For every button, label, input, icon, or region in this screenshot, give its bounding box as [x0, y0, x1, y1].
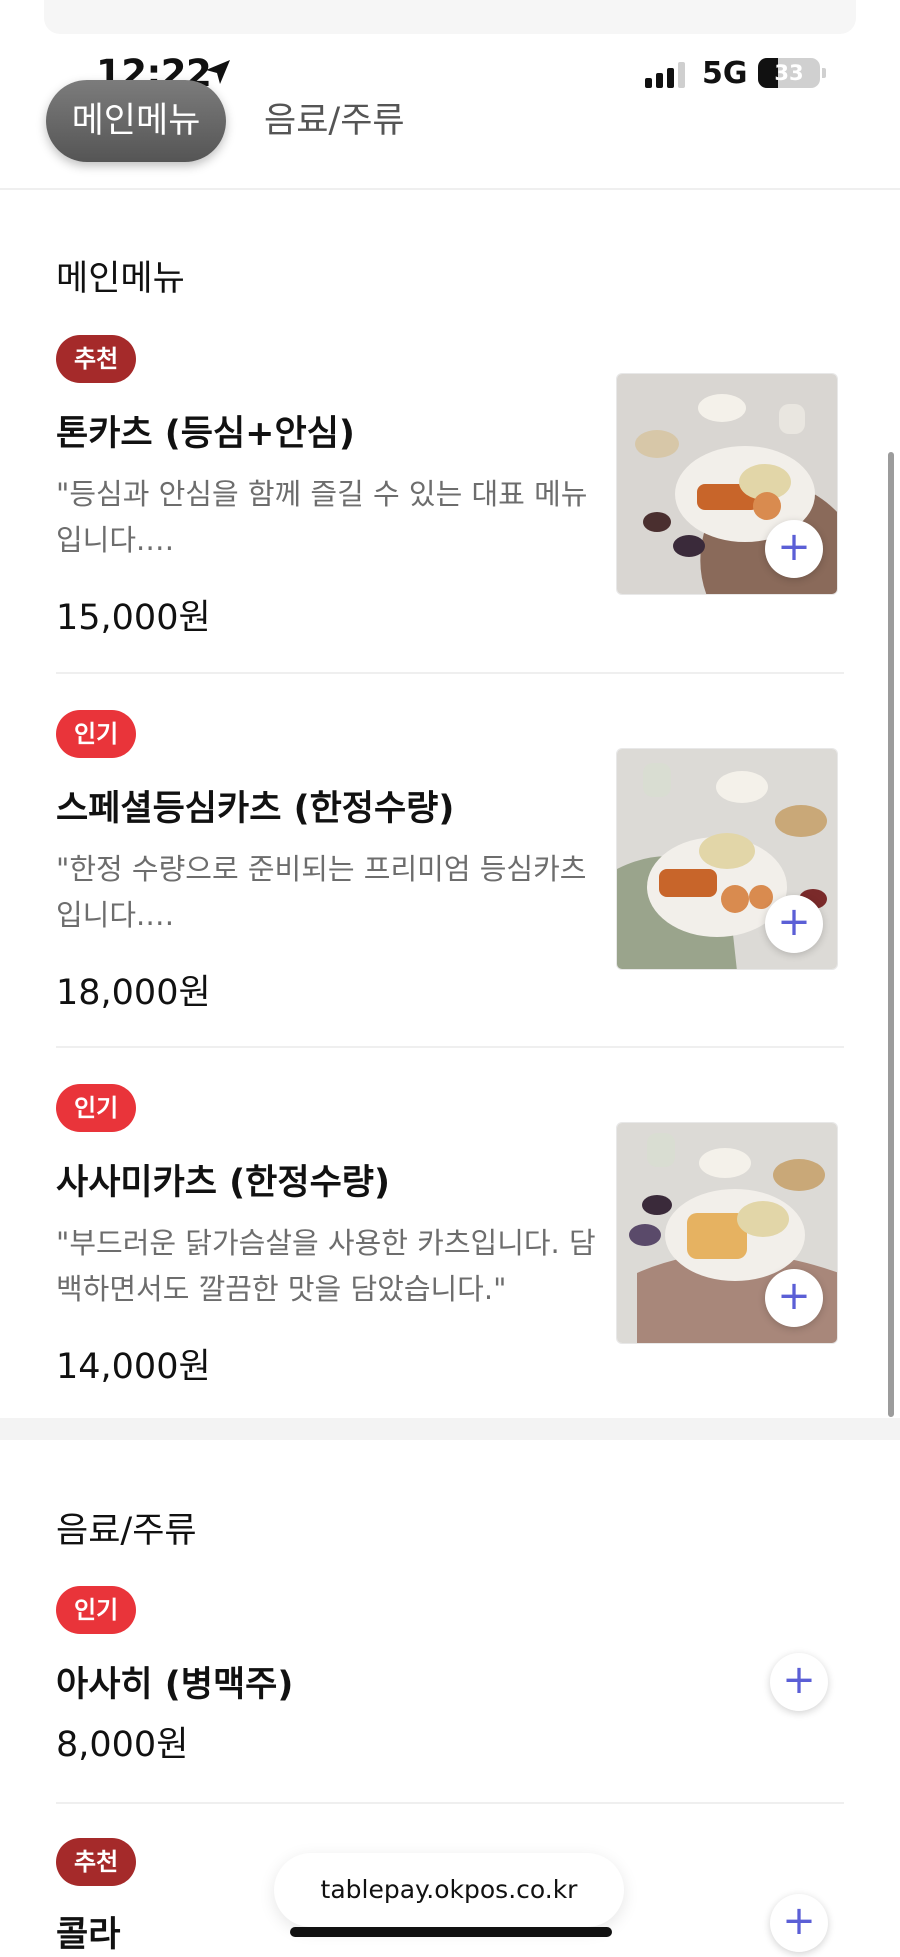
item-name: 아사히 (병맥주) — [56, 1665, 294, 1705]
home-indicator[interactable] — [290, 1927, 612, 1937]
badge-recommend: 추천 — [56, 1838, 137, 1886]
item-photo[interactable]: + — [616, 748, 838, 970]
item-price: 14,000원 — [56, 1347, 211, 1387]
category-tabbar: 메인메뉴 음료/주류 — [0, 80, 900, 190]
item-photo[interactable]: + — [616, 1122, 838, 1344]
divider — [56, 1046, 844, 1048]
badge-popular: 인기 — [56, 1084, 137, 1132]
tab-drinks[interactable]: 음료/주류 — [264, 80, 405, 162]
battery-tip — [822, 68, 826, 78]
item-description: "부드러운 닭가슴살을 사용한 카츠입니다. 담백하면서도 깔끔한 맛을 담았습… — [56, 1226, 596, 1306]
item-price: 18,000원 — [56, 973, 211, 1013]
add-to-cart-button[interactable]: + — [765, 895, 823, 953]
badge-popular: 인기 — [56, 1586, 137, 1634]
tab-main-menu[interactable]: 메인메뉴 — [46, 80, 226, 162]
divider — [56, 672, 844, 674]
add-to-cart-button[interactable]: + — [770, 1894, 828, 1952]
menu-item[interactable]: 인기 아사히 (병맥주) 8,000원 + — [56, 1586, 844, 1786]
scrollbar[interactable] — [888, 452, 894, 1417]
item-price: 15,000원 — [56, 598, 211, 638]
section-title-drinks: 음료/주류 — [56, 1511, 197, 1551]
url-bar[interactable]: tablepay.okpos.co.kr — [274, 1853, 624, 1927]
badge-popular: 인기 — [56, 710, 137, 758]
item-description: "한정 수량으로 준비되는 프리미엄 등심카츠입니다.… — [56, 852, 587, 932]
badge-recommend: 추천 — [56, 335, 137, 383]
item-name: 톤카츠 (등심+안심) — [56, 414, 355, 454]
add-to-cart-button[interactable]: + — [765, 1269, 823, 1327]
menu-item[interactable]: 추천 톤카츠 (등심+안심) "등심과 안심을 함께 즐길 수 있는 대표 메뉴… — [56, 335, 844, 638]
add-to-cart-button[interactable]: + — [770, 1653, 828, 1711]
item-name: 콜라 — [56, 1915, 121, 1955]
item-name: 스페셜등심카츠 (한정수량) — [56, 789, 455, 829]
item-price: 8,000원 — [56, 1725, 189, 1765]
add-to-cart-button[interactable]: + — [765, 520, 823, 578]
item-name: 사사미카츠 (한정수량) — [56, 1163, 390, 1203]
menu-item[interactable]: 인기 스페셜등심카츠 (한정수량) "한정 수량으로 준비되는 프리미엄 등심카… — [56, 710, 844, 1013]
menu-item[interactable]: 인기 사사미카츠 (한정수량) "부드러운 닭가슴살을 사용한 카츠입니다. 담… — [56, 1084, 844, 1387]
item-description: "등심과 안심을 함께 즐길 수 있는 대표 메뉴입니다.… — [56, 477, 588, 557]
section-title-main: 메인메뉴 — [56, 259, 185, 299]
top-fade — [44, 0, 856, 34]
item-photo[interactable]: + — [616, 373, 838, 595]
section-separator — [0, 1418, 900, 1440]
divider — [56, 1802, 844, 1804]
